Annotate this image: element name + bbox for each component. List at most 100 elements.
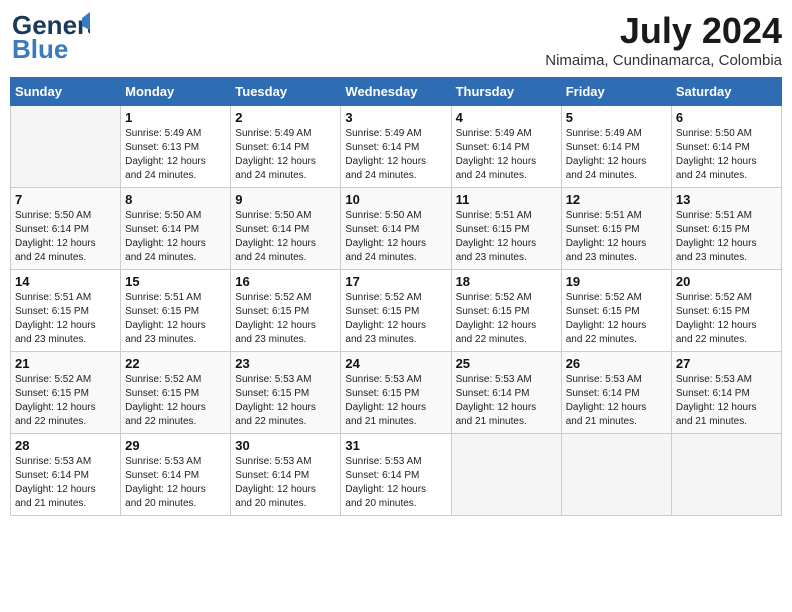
day-number: 31 xyxy=(345,438,446,453)
weekday-header-thursday: Thursday xyxy=(451,78,561,106)
day-info: Sunrise: 5:51 AM Sunset: 6:15 PM Dayligh… xyxy=(456,209,557,265)
calendar-day-cell: 23 Sunrise: 5:53 AM Sunset: 6:15 PM Dayli… xyxy=(231,352,341,434)
day-info: Sunrise: 5:52 AM Sunset: 6:15 PM Dayligh… xyxy=(15,373,116,429)
svg-text:Blue: Blue xyxy=(12,34,68,64)
day-info: Sunrise: 5:49 AM Sunset: 6:13 PM Dayligh… xyxy=(125,127,226,183)
calendar-day-cell: 11 Sunrise: 5:51 AM Sunset: 6:15 PM Dayli… xyxy=(451,188,561,270)
calendar-day-cell: 22 Sunrise: 5:52 AM Sunset: 6:15 PM Dayli… xyxy=(121,352,231,434)
day-info: Sunrise: 5:52 AM Sunset: 6:15 PM Dayligh… xyxy=(235,291,336,347)
calendar-week-1: 1 Sunrise: 5:49 AM Sunset: 6:13 PM Daylig… xyxy=(11,106,782,188)
day-number: 30 xyxy=(235,438,336,453)
day-info: Sunrise: 5:51 AM Sunset: 6:15 PM Dayligh… xyxy=(15,291,116,347)
day-info: Sunrise: 5:53 AM Sunset: 6:15 PM Dayligh… xyxy=(235,373,336,429)
calendar-day-cell: 30 Sunrise: 5:53 AM Sunset: 6:14 PM Dayli… xyxy=(231,434,341,516)
day-number: 7 xyxy=(15,192,116,207)
calendar-day-cell: 1 Sunrise: 5:49 AM Sunset: 6:13 PM Daylig… xyxy=(121,106,231,188)
day-number: 27 xyxy=(676,356,777,371)
weekday-header-saturday: Saturday xyxy=(671,78,781,106)
day-number: 13 xyxy=(676,192,777,207)
day-number: 20 xyxy=(676,274,777,289)
day-info: Sunrise: 5:51 AM Sunset: 6:15 PM Dayligh… xyxy=(676,209,777,265)
weekday-header-wednesday: Wednesday xyxy=(341,78,451,106)
calendar-day-cell: 26Sunrise: 5:53 AM Sunset: 6:14 PM Dayli… xyxy=(561,352,671,434)
day-number: 28 xyxy=(15,438,116,453)
day-info: Sunrise: 5:50 AM Sunset: 6:14 PM Dayligh… xyxy=(676,127,777,183)
day-number: 29 xyxy=(125,438,226,453)
calendar-day-cell: 28 Sunrise: 5:53 AM Sunset: 6:14 PM Dayli… xyxy=(11,434,121,516)
day-info: Sunrise: 5:49 AM Sunset: 6:14 PM Dayligh… xyxy=(456,127,557,183)
weekday-header-friday: Friday xyxy=(561,78,671,106)
day-number: 24 xyxy=(345,356,446,371)
day-info: Sunrise: 5:53 AM Sunset: 6:14 PM Dayligh… xyxy=(676,373,777,429)
day-info: Sunrise: 5:49 AM Sunset: 6:14 PM Dayligh… xyxy=(566,127,667,183)
calendar-day-cell: 18 Sunrise: 5:52 AM Sunset: 6:15 PM Dayli… xyxy=(451,270,561,352)
weekday-header-row: SundayMondayTuesdayWednesdayThursdayFrid… xyxy=(11,78,782,106)
month-year-title: July 2024 xyxy=(545,10,782,52)
calendar-day-cell: 19Sunrise: 5:52 AM Sunset: 6:15 PM Dayli… xyxy=(561,270,671,352)
day-number: 1 xyxy=(125,110,226,125)
calendar-week-2: 7 Sunrise: 5:50 AM Sunset: 6:14 PM Daylig… xyxy=(11,188,782,270)
day-number: 6 xyxy=(676,110,777,125)
calendar-day-cell: 31 Sunrise: 5:53 AM Sunset: 6:14 PM Dayli… xyxy=(341,434,451,516)
calendar-week-5: 28 Sunrise: 5:53 AM Sunset: 6:14 PM Dayli… xyxy=(11,434,782,516)
calendar-day-cell: 3 Sunrise: 5:49 AM Sunset: 6:14 PM Daylig… xyxy=(341,106,451,188)
day-info: Sunrise: 5:53 AM Sunset: 6:14 PM Dayligh… xyxy=(566,373,667,429)
day-info: Sunrise: 5:51 AM Sunset: 6:15 PM Dayligh… xyxy=(566,209,667,265)
logo-svg: General Blue xyxy=(10,10,90,65)
day-info: Sunrise: 5:53 AM Sunset: 6:15 PM Dayligh… xyxy=(345,373,446,429)
calendar-day-cell: 13 Sunrise: 5:51 AM Sunset: 6:15 PM Dayli… xyxy=(671,188,781,270)
day-number: 8 xyxy=(125,192,226,207)
weekday-header-tuesday: Tuesday xyxy=(231,78,341,106)
day-number: 17 xyxy=(345,274,446,289)
day-info: Sunrise: 5:49 AM Sunset: 6:14 PM Dayligh… xyxy=(345,127,446,183)
day-info: Sunrise: 5:52 AM Sunset: 6:15 PM Dayligh… xyxy=(125,373,226,429)
day-number: 10 xyxy=(345,192,446,207)
calendar-week-3: 14 Sunrise: 5:51 AM Sunset: 6:15 PM Dayli… xyxy=(11,270,782,352)
day-number: 21 xyxy=(15,356,116,371)
calendar-day-cell: 9Sunrise: 5:50 AM Sunset: 6:14 PM Daylig… xyxy=(231,188,341,270)
calendar-day-cell: 7Sunrise: 5:50 AM Sunset: 6:14 PM Daylig… xyxy=(11,188,121,270)
day-number: 16 xyxy=(235,274,336,289)
day-info: Sunrise: 5:52 AM Sunset: 6:15 PM Dayligh… xyxy=(676,291,777,347)
day-info: Sunrise: 5:49 AM Sunset: 6:14 PM Dayligh… xyxy=(235,127,336,183)
calendar-day-cell: 27 Sunrise: 5:53 AM Sunset: 6:14 PM Dayli… xyxy=(671,352,781,434)
calendar-table: SundayMondayTuesdayWednesdayThursdayFrid… xyxy=(10,77,782,516)
calendar-day-cell: 5 Sunrise: 5:49 AM Sunset: 6:14 PM Daylig… xyxy=(561,106,671,188)
day-info: Sunrise: 5:53 AM Sunset: 6:14 PM Dayligh… xyxy=(125,455,226,511)
day-number: 18 xyxy=(456,274,557,289)
calendar-week-4: 21 Sunrise: 5:52 AM Sunset: 6:15 PM Dayli… xyxy=(11,352,782,434)
calendar-day-cell: 17 Sunrise: 5:52 AM Sunset: 6:15 PM Dayli… xyxy=(341,270,451,352)
calendar-day-cell: 12Sunrise: 5:51 AM Sunset: 6:15 PM Dayli… xyxy=(561,188,671,270)
day-number: 14 xyxy=(15,274,116,289)
calendar-day-cell: 6 Sunrise: 5:50 AM Sunset: 6:14 PM Daylig… xyxy=(671,106,781,188)
location-subtitle: Nimaima, Cundinamarca, Colombia xyxy=(545,52,782,69)
weekday-header-monday: Monday xyxy=(121,78,231,106)
calendar-day-cell: 21 Sunrise: 5:52 AM Sunset: 6:15 PM Dayli… xyxy=(11,352,121,434)
day-number: 22 xyxy=(125,356,226,371)
day-info: Sunrise: 5:50 AM Sunset: 6:14 PM Dayligh… xyxy=(345,209,446,265)
day-number: 11 xyxy=(456,192,557,207)
calendar-day-cell xyxy=(11,106,121,188)
day-info: Sunrise: 5:53 AM Sunset: 6:14 PM Dayligh… xyxy=(235,455,336,511)
day-info: Sunrise: 5:50 AM Sunset: 6:14 PM Dayligh… xyxy=(125,209,226,265)
calendar-day-cell: 24 Sunrise: 5:53 AM Sunset: 6:15 PM Dayli… xyxy=(341,352,451,434)
calendar-day-cell: 25 Sunrise: 5:53 AM Sunset: 6:14 PM Dayli… xyxy=(451,352,561,434)
day-info: Sunrise: 5:52 AM Sunset: 6:15 PM Dayligh… xyxy=(345,291,446,347)
day-number: 5 xyxy=(566,110,667,125)
day-info: Sunrise: 5:53 AM Sunset: 6:14 PM Dayligh… xyxy=(345,455,446,511)
title-area: July 2024 Nimaima, Cundinamarca, Colombi… xyxy=(545,10,782,69)
day-info: Sunrise: 5:51 AM Sunset: 6:15 PM Dayligh… xyxy=(125,291,226,347)
day-info: Sunrise: 5:52 AM Sunset: 6:15 PM Dayligh… xyxy=(456,291,557,347)
day-info: Sunrise: 5:53 AM Sunset: 6:14 PM Dayligh… xyxy=(15,455,116,511)
calendar-day-cell xyxy=(561,434,671,516)
calendar-day-cell: 14 Sunrise: 5:51 AM Sunset: 6:15 PM Dayli… xyxy=(11,270,121,352)
day-info: Sunrise: 5:53 AM Sunset: 6:14 PM Dayligh… xyxy=(456,373,557,429)
day-number: 3 xyxy=(345,110,446,125)
day-number: 23 xyxy=(235,356,336,371)
day-number: 15 xyxy=(125,274,226,289)
calendar-day-cell: 29 Sunrise: 5:53 AM Sunset: 6:14 PM Dayli… xyxy=(121,434,231,516)
day-number: 25 xyxy=(456,356,557,371)
day-number: 2 xyxy=(235,110,336,125)
day-info: Sunrise: 5:52 AM Sunset: 6:15 PM Dayligh… xyxy=(566,291,667,347)
calendar-day-cell: 15 Sunrise: 5:51 AM Sunset: 6:15 PM Dayli… xyxy=(121,270,231,352)
